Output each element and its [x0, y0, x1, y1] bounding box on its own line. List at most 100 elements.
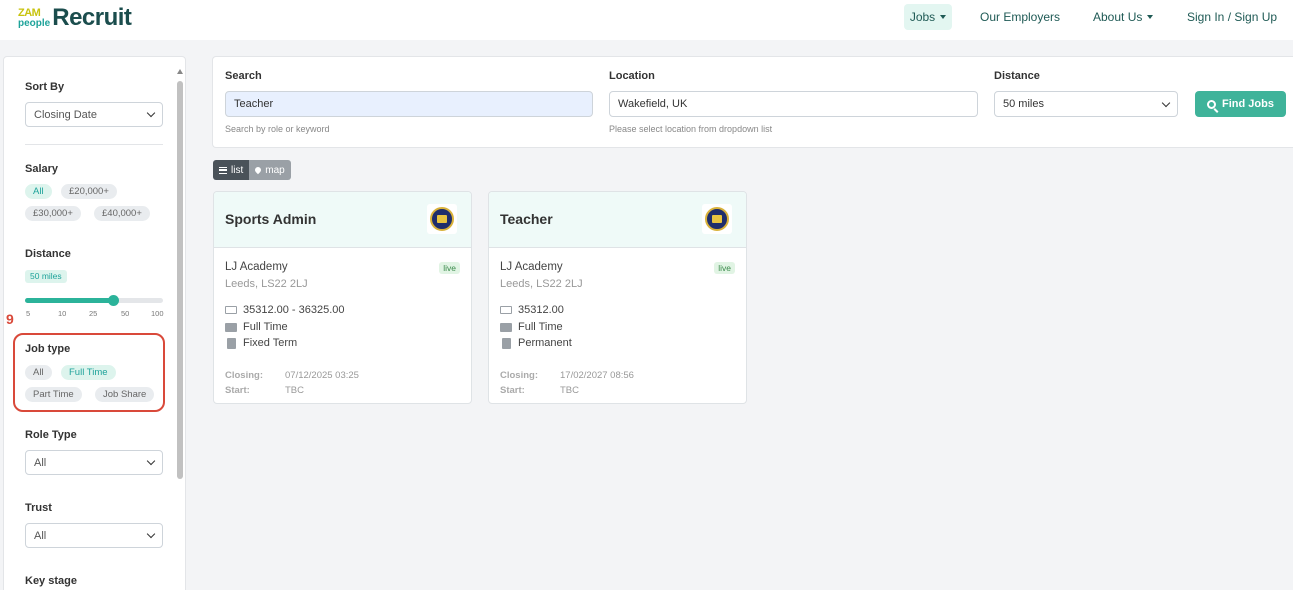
salary-pill-all[interactable]: All — [25, 184, 52, 199]
briefcase-icon — [225, 322, 237, 332]
salary-pill-30000[interactable]: £30,000+ — [25, 206, 81, 221]
logo-mark-top: ZAM — [18, 6, 41, 19]
list-view-button[interactable]: list — [213, 160, 250, 180]
trust-value: All — [34, 529, 47, 542]
location-input[interactable]: Wakefield, UK — [609, 91, 978, 117]
salary-value: 35312.00 - 36325.00 — [243, 304, 345, 316]
nav-employers-label: Our Employers — [980, 10, 1061, 24]
search-help-text: Search by role or keyword — [225, 124, 330, 134]
sort-by-select[interactable]: Closing Date — [25, 102, 163, 127]
closing-value: 07/12/2025 03:25 — [285, 370, 359, 381]
trust-label: Trust — [25, 502, 52, 514]
nav-about-dropdown[interactable]: About Us — [1093, 4, 1154, 30]
closing-label: Closing: — [500, 370, 538, 381]
distance-slider-fill — [25, 298, 114, 303]
hours-row: Full Time — [225, 321, 288, 333]
closing-row: Closing: 17/02/2027 08:56 — [500, 370, 634, 381]
salary-value: 35312.00 — [518, 304, 564, 316]
salary-label: Salary — [25, 163, 59, 175]
distance-search-label: Distance — [994, 70, 1040, 82]
crest-center — [437, 215, 447, 223]
nav-sign-in[interactable]: Sign In / Sign Up — [1187, 4, 1277, 30]
salary-pill-40000[interactable]: £40,000+ — [94, 206, 150, 221]
salary-row: 35312.00 - 36325.00 — [225, 304, 345, 316]
chevron-down-icon — [146, 456, 156, 466]
scrollbar-thumb[interactable] — [177, 81, 183, 479]
caret-down-icon — [940, 15, 947, 19]
job-card-header: Teacher — [489, 192, 746, 248]
distance-badge: 50 miles — [25, 270, 67, 283]
role-type-select[interactable]: All — [25, 450, 163, 475]
annotation-highlight-box — [13, 333, 165, 412]
key-stage-label: Key stage — [25, 575, 77, 587]
find-jobs-button[interactable]: Find Jobs — [1195, 91, 1286, 117]
hours-value: Full Time — [518, 321, 563, 333]
contract-value: Fixed Term — [243, 337, 298, 349]
chevron-down-icon — [146, 529, 156, 539]
job-title[interactable]: Sports Admin — [225, 211, 316, 227]
logo-text: Recruit — [52, 4, 132, 31]
job-card[interactable]: Sports Admin LJ Academy Leeds, LS22 2LJ … — [213, 191, 472, 404]
nav-jobs-label: Jobs — [909, 10, 936, 24]
chevron-down-icon — [1161, 98, 1171, 107]
annotation-number: 9 — [6, 311, 14, 327]
document-icon — [501, 337, 511, 349]
distance-slider-handle[interactable] — [107, 295, 119, 306]
list-view-label: list — [231, 164, 244, 176]
caret-down-icon — [1147, 15, 1154, 19]
chevron-down-icon — [146, 108, 156, 118]
filter-sidebar: Sort By Closing Date Salary All £20,000+… — [3, 56, 186, 590]
top-navbar: ZAM people Recruit Jobs Our Employers Ab… — [0, 0, 1293, 40]
contract-value: Permanent — [518, 337, 572, 349]
role-type-value: All — [34, 456, 47, 469]
job-card[interactable]: Teacher LJ Academy Leeds, LS22 2LJ live … — [488, 191, 747, 404]
view-toggle: list map — [213, 160, 291, 180]
salary-row: 35312.00 — [500, 304, 564, 316]
map-view-button[interactable]: map — [249, 160, 291, 180]
start-label: Start: — [500, 385, 525, 396]
employer-name: LJ Academy — [500, 261, 563, 273]
job-location: Leeds, LS22 2LJ — [225, 278, 308, 290]
list-icon — [219, 166, 227, 174]
start-row: Start: TBC — [500, 385, 579, 396]
distance-tick: 100 — [151, 309, 164, 318]
sidebar-scrollbar[interactable] — [176, 67, 184, 590]
document-icon — [226, 337, 236, 349]
trust-select[interactable]: All — [25, 523, 163, 548]
briefcase-icon — [500, 322, 512, 332]
job-location: Leeds, LS22 2LJ — [500, 278, 583, 290]
job-title[interactable]: Teacher — [500, 211, 553, 227]
location-help-text: Please select location from dropdown lis… — [609, 124, 773, 134]
site-logo[interactable]: ZAM people Recruit — [18, 4, 132, 32]
search-input[interactable]: Teacher — [225, 91, 593, 117]
start-value: TBC — [560, 385, 579, 396]
search-panel: Search Teacher Search by role or keyword… — [212, 56, 1293, 148]
salary-pill-20000[interactable]: £20,000+ — [61, 184, 117, 199]
distance-tick: 25 — [89, 309, 98, 318]
scroll-up-arrow-icon[interactable] — [177, 69, 183, 74]
map-view-label: map — [265, 164, 285, 176]
find-jobs-label: Find Jobs — [1222, 98, 1274, 110]
nav-jobs-dropdown[interactable]: Jobs — [904, 4, 952, 30]
location-input-value: Wakefield, UK — [618, 98, 688, 110]
money-icon — [500, 306, 512, 314]
crest-center — [712, 215, 722, 223]
distance-select[interactable]: 50 miles — [994, 91, 1178, 117]
search-input-value: Teacher — [234, 98, 274, 110]
closing-value: 17/02/2027 08:56 — [560, 370, 634, 381]
distance-slider[interactable] — [25, 295, 163, 306]
distance-tick: 10 — [58, 309, 67, 318]
distance-tick: 5 — [26, 309, 31, 318]
distance-tick: 50 — [121, 309, 130, 318]
crest-icon — [705, 207, 729, 231]
crest-icon — [430, 207, 454, 231]
status-badge: live — [439, 262, 460, 274]
money-icon — [225, 306, 237, 314]
hours-row: Full Time — [500, 321, 563, 333]
nav-our-employers[interactable]: Our Employers — [980, 4, 1060, 30]
job-card-header: Sports Admin — [214, 192, 471, 248]
contract-row: Fixed Term — [225, 337, 297, 349]
contract-row: Permanent — [500, 337, 572, 349]
start-label: Start: — [225, 385, 250, 396]
nav-signin-label: Sign In / Sign Up — [1187, 10, 1278, 24]
